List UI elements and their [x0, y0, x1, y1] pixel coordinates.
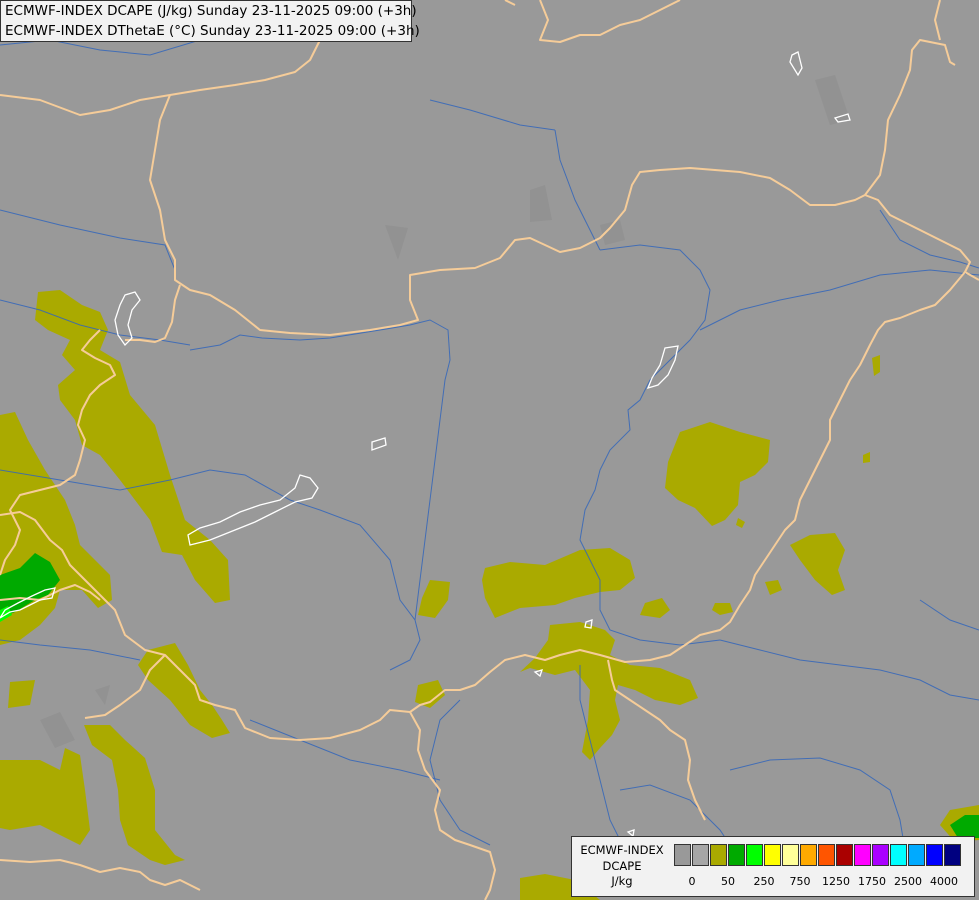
legend-swatch-7: [800, 844, 817, 866]
legend-swatch-6: [782, 844, 799, 866]
legend-swatch-2: [710, 844, 727, 866]
legend-swatch-11: [872, 844, 889, 866]
title-dcape: ECMWF-INDEX DCAPE (J/kg) Sunday 23-11-20…: [5, 3, 417, 19]
legend-source: ECMWF-INDEX: [580, 843, 664, 857]
legend-swatch-13: [908, 844, 925, 866]
legend-tick-label: 1750: [858, 875, 886, 888]
legend-tick-label: 4000: [930, 875, 958, 888]
legend-tick-label: 250: [753, 875, 775, 888]
legend-swatch-4: [746, 844, 763, 866]
legend-swatch-14: [926, 844, 943, 866]
map-title-box: ECMWF-INDEX DCAPE (J/kg) Sunday 23-11-20…: [0, 0, 420, 42]
legend-tick-label: 2500: [894, 875, 922, 888]
legend-tick-label: 50: [721, 875, 735, 888]
legend-tick-label: 0: [688, 875, 696, 888]
legend-swatch-9: [836, 844, 853, 866]
title-dthetae: ECMWF-INDEX DThetaE (°C) Sunday 23-11-20…: [5, 23, 420, 39]
legend-swatch-8: [818, 844, 835, 866]
legend-variable: DCAPE: [602, 858, 642, 873]
legend-swatch-15: [944, 844, 961, 866]
map-canvas: [0, 0, 979, 900]
legend-swatch-0: [674, 844, 691, 866]
legend-swatch-3: [728, 844, 745, 866]
legend-swatch-1: [692, 844, 709, 866]
legend-label: ECMWF-INDEX DCAPE J/kg: [572, 843, 672, 890]
legend-swatch-5: [764, 844, 781, 866]
legend-swatch-12: [890, 844, 907, 866]
legend-swatch-10: [854, 844, 871, 866]
legend-tick-label: 750: [789, 875, 811, 888]
color-legend: ECMWF-INDEX DCAPE J/kg 0 50 250 750 1250 1750…: [571, 836, 975, 897]
legend-swatches: [674, 844, 962, 866]
legend-unit: J/kg: [611, 874, 633, 888]
legend-tick-label: 1250: [822, 875, 850, 888]
